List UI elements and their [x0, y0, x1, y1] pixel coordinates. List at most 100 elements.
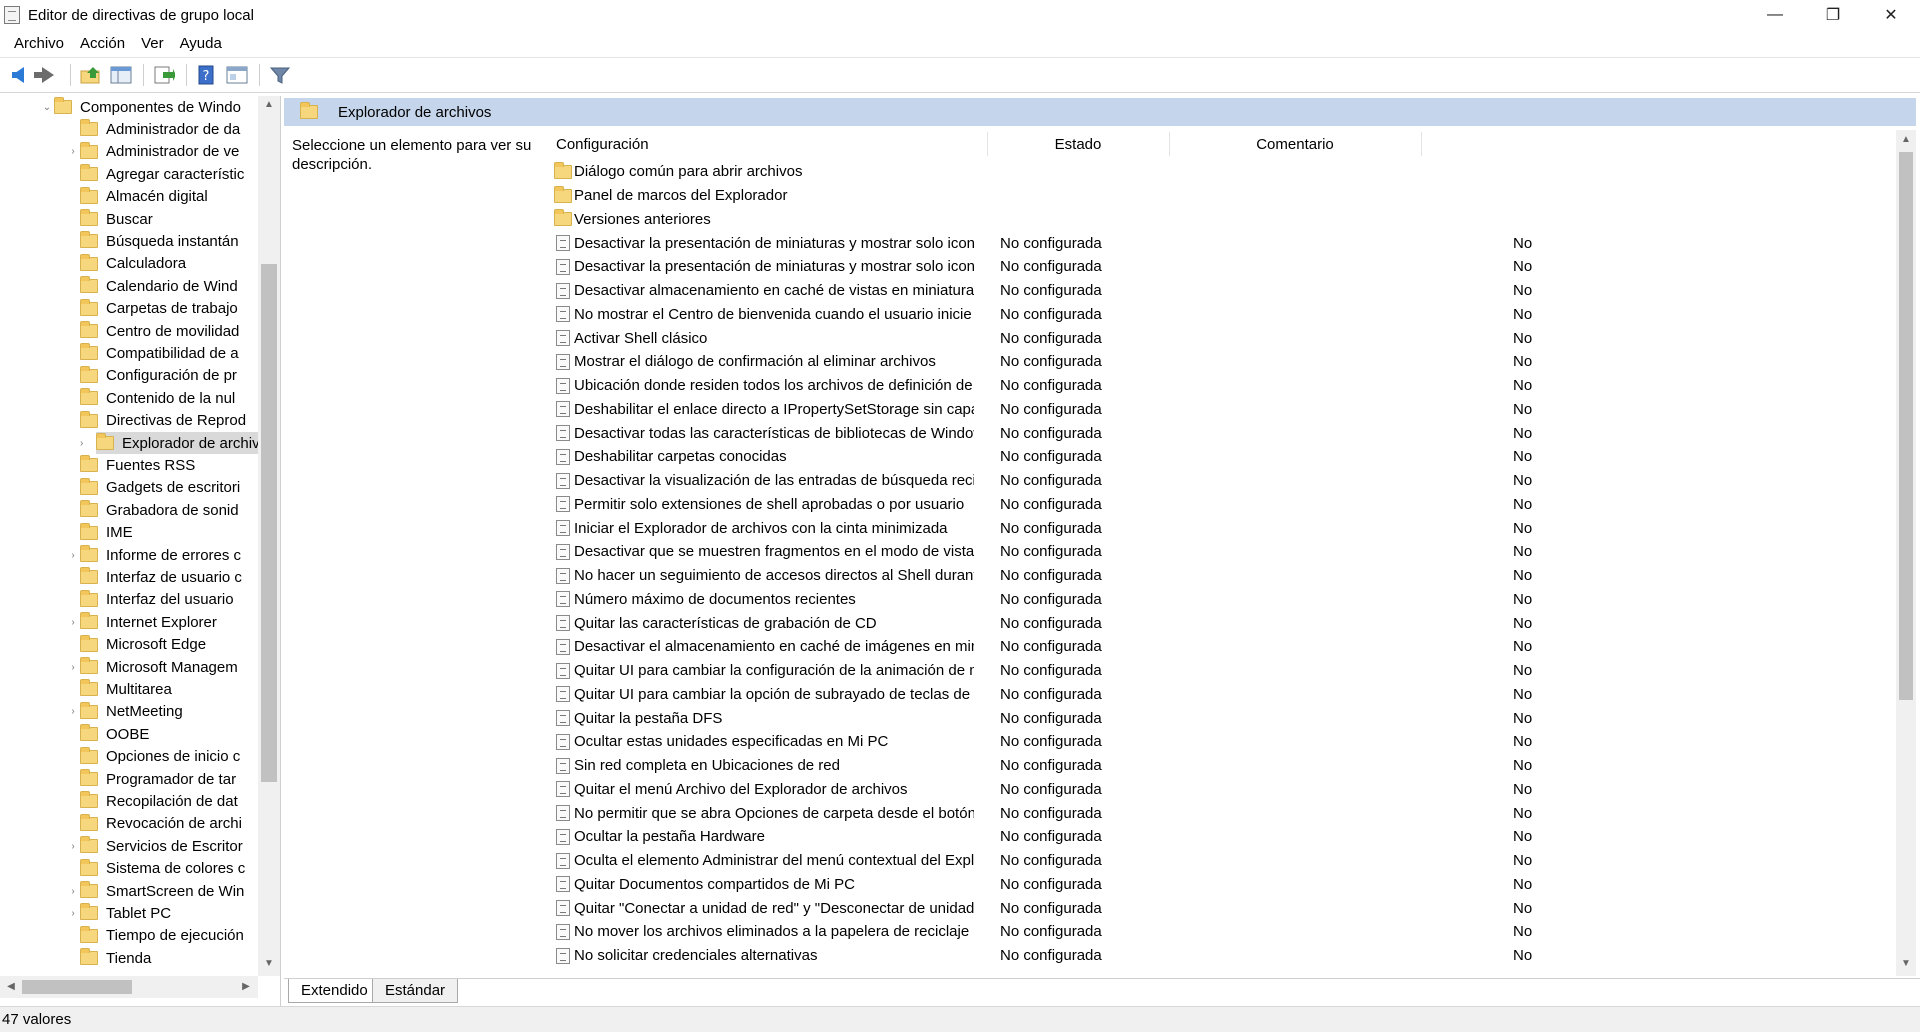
setting-row[interactable]: Quitar UI para cambiar la opción de subr… [552, 683, 1892, 707]
minimize-button[interactable]: — [1746, 0, 1804, 30]
scroll-right-arrow-icon[interactable]: ▶ [238, 981, 254, 992]
expand-right-icon[interactable]: › [66, 908, 80, 919]
setting-row[interactable]: Desactivar la visualización de las entra… [552, 469, 1892, 493]
tree-scroll-thumb[interactable] [261, 264, 277, 782]
back-button[interactable] [4, 61, 32, 89]
tree-item[interactable]: Agregar característic [66, 163, 258, 185]
tree-item[interactable]: Interfaz del usuario [66, 589, 258, 611]
scroll-up-arrow-icon[interactable]: ▲ [261, 99, 277, 110]
menu-ayuda[interactable]: Ayuda [172, 35, 230, 52]
maximize-button[interactable]: ❐ [1804, 0, 1862, 30]
setting-row[interactable]: Quitar la pestaña DFS No configurada No [552, 706, 1892, 730]
setting-row[interactable]: Desactivar el almacenamiento en caché de… [552, 635, 1892, 659]
tree-item[interactable]: Revocación de archi [66, 813, 258, 835]
setting-row[interactable]: No mover los archivos eliminados a la pa… [552, 920, 1892, 944]
setting-row[interactable]: No hacer un seguimiento de accesos direc… [552, 564, 1892, 588]
setting-row[interactable]: Quitar las características de grabación … [552, 611, 1892, 635]
tree-item[interactable]: › Tablet PC [66, 902, 258, 924]
tree-item[interactable]: Grabadora de sonid [66, 499, 258, 521]
expand-right-icon[interactable]: › [66, 146, 80, 157]
scroll-up-arrow-icon[interactable]: ▲ [1898, 134, 1914, 145]
menu-accion[interactable]: Acción [72, 35, 133, 52]
setting-row[interactable]: No solicitar credenciales alternativas No… [552, 944, 1892, 968]
setting-row[interactable]: Oculta el elemento Administrar del menú … [552, 849, 1892, 873]
tree-item[interactable]: › Internet Explorer [66, 611, 258, 633]
forward-button[interactable] [34, 61, 62, 89]
tree-item[interactable]: Directivas de Reprod [66, 410, 258, 432]
menu-ver[interactable]: Ver [133, 35, 172, 52]
tab-extendido[interactable]: Extendido [288, 979, 381, 1003]
scroll-down-arrow-icon[interactable]: ▼ [261, 958, 277, 969]
tree-item[interactable]: Configuración de pr [66, 365, 258, 387]
tree-item[interactable]: Sistema de colores c [66, 858, 258, 880]
folder-row[interactable]: Diálogo común para abrir archivos [552, 160, 1892, 184]
tree-item[interactable]: Buscar [66, 208, 258, 230]
tree-item[interactable]: Recopilación de dat [66, 790, 258, 812]
setting-row[interactable]: Quitar "Conectar a unidad de red" y "Des… [552, 896, 1892, 920]
expand-right-icon[interactable]: › [66, 886, 80, 897]
scroll-down-arrow-icon[interactable]: ▼ [1898, 958, 1914, 969]
expand-right-icon[interactable]: › [80, 432, 94, 454]
column-header-estado[interactable]: Estado [988, 130, 1168, 158]
setting-row[interactable]: Deshabilitar el enlace directo a IProper… [552, 398, 1892, 422]
tree-item[interactable]: › Administrador de ve [66, 141, 258, 163]
setting-row[interactable]: Ocultar la pestaña Hardware No configurad… [552, 825, 1892, 849]
setting-row[interactable]: Desactivar todas las características de … [552, 421, 1892, 445]
tree-item[interactable]: Explorador de archiv [96, 432, 258, 454]
setting-row[interactable]: No mostrar el Centro de bienvenida cuand… [552, 303, 1892, 327]
scroll-left-arrow-icon[interactable]: ◀ [3, 981, 19, 992]
tree-item[interactable]: Centro de movilidad [66, 320, 258, 342]
setting-row[interactable]: Desactivar la presentación de miniaturas… [552, 255, 1892, 279]
up-folder-button[interactable] [77, 61, 105, 89]
expand-down-icon[interactable]: ⌄ [40, 102, 54, 113]
column-divider[interactable] [1421, 132, 1422, 156]
settings-scroll-thumb[interactable] [1899, 152, 1913, 700]
setting-row[interactable]: Desactivar la presentación de miniaturas… [552, 231, 1892, 255]
setting-row[interactable]: Iniciar el Explorador de archivos con la… [552, 516, 1892, 540]
tab-estandar[interactable]: Estándar [372, 979, 459, 1003]
tree-item[interactable]: ⌄ Componentes de Windo [40, 96, 258, 118]
setting-row[interactable]: Quitar el menú Archivo del Explorador de… [552, 778, 1892, 802]
tree-item[interactable]: Compatibilidad de a [66, 342, 258, 364]
folder-row[interactable]: Panel de marcos del Explorador [552, 184, 1892, 208]
setting-row[interactable]: Deshabilitar carpetas conocidas No config… [552, 445, 1892, 469]
expand-right-icon[interactable]: › [66, 617, 80, 628]
tree-horizontal-scrollbar[interactable]: ◀ ▶ [0, 976, 258, 998]
close-button[interactable]: ✕ [1862, 0, 1920, 30]
tree-item[interactable]: Contenido de la nul [66, 387, 258, 409]
setting-row[interactable]: No permitir que se abra Opciones de carp… [552, 801, 1892, 825]
export-list-button[interactable] [150, 61, 178, 89]
tree-item[interactable]: Administrador de da [66, 118, 258, 140]
settings-vertical-scrollbar[interactable]: ▲ ▼ [1896, 130, 1916, 976]
setting-row[interactable]: Activar Shell clásico No configurada No [552, 326, 1892, 350]
setting-row[interactable]: Mostrar el diálogo de confirmación al el… [552, 350, 1892, 374]
tree-item[interactable]: › SmartScreen de Win [66, 880, 258, 902]
tree-item[interactable]: › NetMeeting [66, 701, 258, 723]
tree-item[interactable]: OOBE [66, 723, 258, 745]
properties-button[interactable] [223, 61, 251, 89]
tree-item[interactable]: IME [66, 522, 258, 544]
expand-right-icon[interactable]: › [66, 706, 80, 717]
tree-item[interactable]: Almacén digital [66, 186, 258, 208]
help-button[interactable]: ? [193, 61, 221, 89]
tree-vertical-scrollbar[interactable]: ▲ ▼ [258, 96, 280, 976]
tree-item[interactable]: Gadgets de escritori [66, 477, 258, 499]
column-header-configuracion[interactable]: Configuración [556, 130, 986, 158]
tree-item[interactable]: Calculadora [66, 253, 258, 275]
setting-row[interactable]: Desactivar almacenamiento en caché de vi… [552, 279, 1892, 303]
setting-row[interactable]: Ocultar estas unidades especificadas en … [552, 730, 1892, 754]
expand-right-icon[interactable]: › [66, 841, 80, 852]
tree-hscroll-thumb[interactable] [22, 980, 132, 994]
menu-archivo[interactable]: Archivo [6, 35, 72, 52]
setting-row[interactable]: Desactivar que se muestren fragmentos en… [552, 540, 1892, 564]
tree-item[interactable]: Carpetas de trabajo [66, 298, 258, 320]
tree-item[interactable]: Multitarea [66, 678, 258, 700]
tree-item[interactable]: Tiempo de ejecución [66, 925, 258, 947]
column-header-comentario[interactable]: Comentario [1170, 130, 1420, 158]
setting-row[interactable]: Ubicación donde residen todos los archiv… [552, 374, 1892, 398]
expand-right-icon[interactable]: › [66, 550, 80, 561]
tree-item[interactable]: Programador de tar [66, 768, 258, 790]
setting-row[interactable]: Permitir solo extensiones de shell aprob… [552, 493, 1892, 517]
tree-item[interactable]: Tienda [66, 947, 258, 969]
tree-item[interactable]: › Informe de errores c [66, 544, 258, 566]
